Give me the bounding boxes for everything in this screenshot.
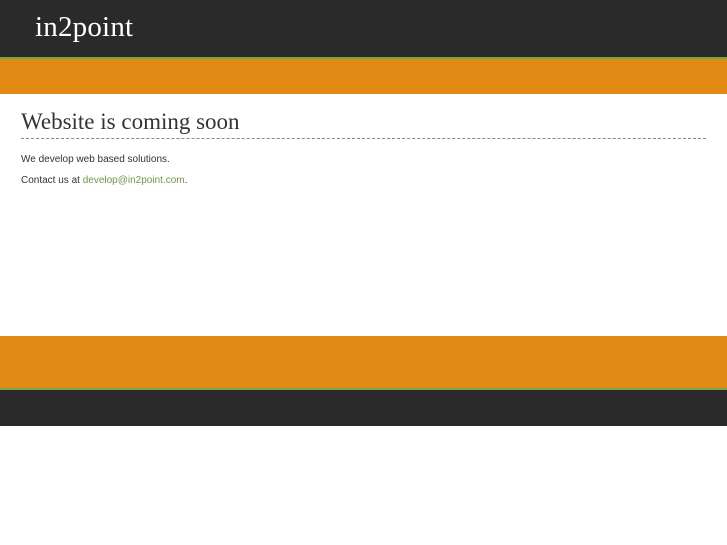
tagline-text: We develop web based solutions. — [21, 154, 170, 165]
footer-bar — [0, 390, 727, 426]
footer-orange-band — [0, 336, 727, 388]
title-divider — [21, 138, 706, 139]
contact-suffix: . — [184, 175, 188, 186]
header-orange-band — [0, 59, 727, 94]
contact-prefix: Contact us at — [21, 175, 83, 186]
site-logo[interactable]: in2point — [35, 9, 133, 45]
header-bar: in2point — [0, 0, 727, 57]
contact-email-link[interactable]: develop@in2point.com — [83, 175, 185, 186]
contact-line: Contact us at develop@in2point.com. — [21, 174, 706, 188]
main-content: Website is coming soon We develop web ba… — [21, 94, 706, 188]
page-title: Website is coming soon — [21, 109, 240, 134]
